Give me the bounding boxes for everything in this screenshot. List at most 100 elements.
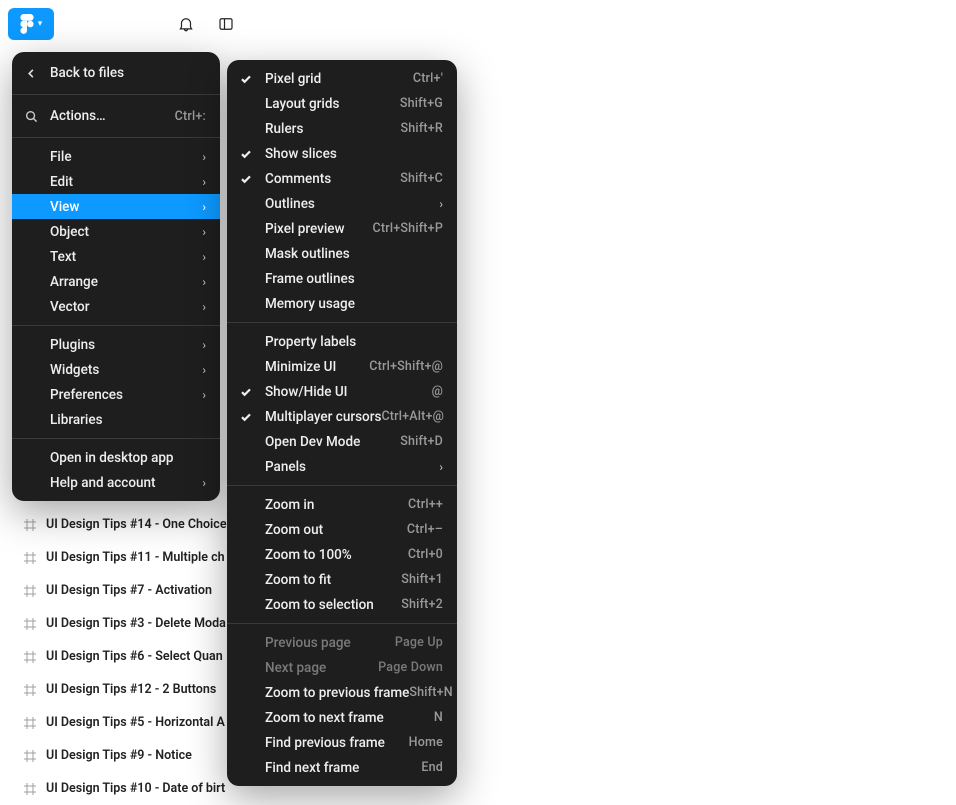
shortcut-label: Ctrl++ [408, 497, 443, 512]
layer-row[interactable]: UI Design Tips #10 - Date of birt [24, 772, 250, 805]
menu-item-zoom-100[interactable]: Zoom to 100%Ctrl+0 [227, 542, 457, 567]
menu-item-edit[interactable]: Edit› [12, 169, 220, 194]
main-menu: Back to files Actions… Ctrl+: File› Edit… [12, 52, 220, 501]
panel-icon [217, 15, 235, 33]
menu-item-zoom-previous-frame[interactable]: Zoom to previous frameShift+N [227, 680, 457, 705]
chevron-right-icon: › [202, 388, 206, 402]
menu-item-pixel-preview[interactable]: Pixel previewCtrl+Shift+P [227, 216, 457, 241]
menu-label: Show/Hide UI [265, 384, 432, 400]
shortcut-label: Shift+R [401, 121, 443, 136]
menu-item-arrange[interactable]: Arrange› [12, 269, 220, 294]
menu-item-comments[interactable]: CommentsShift+C [227, 166, 457, 191]
menu-label: Edit [50, 174, 202, 190]
check-icon [239, 72, 253, 86]
shortcut-label: Shift+C [400, 171, 443, 186]
layer-row[interactable]: UI Design Tips #7 - Activation [24, 574, 250, 607]
menu-item-object[interactable]: Object› [12, 219, 220, 244]
menu-label: Rulers [265, 121, 401, 137]
check-icon [239, 385, 253, 399]
menu-item-property-labels[interactable]: Property labels [227, 329, 457, 354]
layer-row[interactable]: UI Design Tips #9 - Notice [24, 739, 250, 772]
menu-item-minimize-ui[interactable]: Minimize UICtrl+Shift+@ [227, 354, 457, 379]
menu-item-memory-usage[interactable]: Memory usage [227, 291, 457, 316]
menu-item-layout-grids[interactable]: Layout gridsShift+G [227, 91, 457, 116]
menu-label: Pixel preview [265, 221, 373, 237]
menu-item-zoom-next-frame[interactable]: Zoom to next frameN [227, 705, 457, 730]
chevron-right-icon: › [202, 363, 206, 377]
check-icon [239, 172, 253, 186]
menu-item-view[interactable]: View› [12, 194, 220, 219]
menu-item-preferences[interactable]: Preferences› [12, 382, 220, 407]
layer-label: UI Design Tips #12 - 2 Buttons [46, 682, 216, 697]
layer-row[interactable]: UI Design Tips #5 - Horizontal A [24, 706, 250, 739]
menu-item-show-hide-ui[interactable]: Show/Hide UI@ [227, 379, 457, 404]
menu-item-pixel-grid[interactable]: Pixel gridCtrl+' [227, 66, 457, 91]
menu-label: Plugins [50, 337, 202, 353]
layer-row[interactable]: UI Design Tips #14 - One Choice [24, 508, 250, 541]
chevron-right-icon: › [439, 197, 443, 211]
layer-label: UI Design Tips #10 - Date of birt [46, 781, 225, 796]
menu-item-open-dev-mode[interactable]: Open Dev ModeShift+D [227, 429, 457, 454]
menu-label: Zoom in [265, 497, 408, 513]
chevron-right-icon: › [202, 200, 206, 214]
menu-item-plugins[interactable]: Plugins› [12, 332, 220, 357]
menu-label: Mask outlines [265, 246, 443, 262]
panel-toggle-button[interactable] [210, 8, 242, 40]
frame-icon [24, 717, 36, 729]
menu-item-actions[interactable]: Actions… Ctrl+: [12, 101, 220, 131]
menu-item-file[interactable]: File› [12, 144, 220, 169]
menu-item-mask-outlines[interactable]: Mask outlines [227, 241, 457, 266]
main-menu-button[interactable]: ▾ [8, 8, 54, 40]
menu-item-show-slices[interactable]: Show slices [227, 141, 457, 166]
chevron-right-icon: › [202, 476, 206, 490]
layer-label: UI Design Tips #14 - One Choice [46, 517, 227, 532]
frame-icon [24, 783, 36, 795]
menu-label: Preferences [50, 387, 202, 403]
menu-label: Pixel grid [265, 71, 413, 87]
menu-item-find-previous-frame[interactable]: Find previous frameHome [227, 730, 457, 755]
menu-item-frame-outlines[interactable]: Frame outlines [227, 266, 457, 291]
menu-item-back-to-files[interactable]: Back to files [12, 58, 220, 88]
layer-row[interactable]: UI Design Tips #6 - Select Quan [24, 640, 250, 673]
layer-row[interactable]: UI Design Tips #11 - Multiple ch [24, 541, 250, 574]
shortcut-label: Ctrl+Alt+@ [381, 409, 444, 424]
layer-row[interactable]: UI Design Tips #12 - 2 Buttons [24, 673, 250, 706]
layer-label: UI Design Tips #6 - Select Quan [46, 649, 223, 664]
menu-item-help[interactable]: Help and account› [12, 470, 220, 495]
menu-item-open-desktop[interactable]: Open in desktop app [12, 445, 220, 470]
menu-label: Back to files [50, 65, 206, 81]
menu-item-zoom-selection[interactable]: Zoom to selectionShift+2 [227, 592, 457, 617]
menu-item-zoom-in[interactable]: Zoom inCtrl++ [227, 492, 457, 517]
menu-item-zoom-out[interactable]: Zoom outCtrl+– [227, 517, 457, 542]
menu-item-libraries[interactable]: Libraries [12, 407, 220, 432]
menu-item-multiplayer-cursors[interactable]: Multiplayer cursorsCtrl+Alt+@ [227, 404, 457, 429]
menu-item-vector[interactable]: Vector› [12, 294, 220, 319]
menu-label: Libraries [50, 412, 206, 428]
menu-item-panels[interactable]: Panels› [227, 454, 457, 479]
check-icon [239, 147, 253, 161]
shortcut-label: N [434, 710, 443, 725]
menu-label: Text [50, 249, 202, 265]
layer-row[interactable]: UI Design Tips #3 - Delete Moda [24, 607, 250, 640]
shortcut-label: Shift+1 [401, 572, 443, 587]
menu-item-find-next-frame[interactable]: Find next frameEnd [227, 755, 457, 780]
menu-label: Layout grids [265, 96, 400, 112]
menu-item-widgets[interactable]: Widgets› [12, 357, 220, 382]
shortcut-label: Ctrl+' [413, 71, 443, 86]
menu-label: Find next frame [265, 760, 421, 776]
menu-item-text[interactable]: Text› [12, 244, 220, 269]
shortcut-label: Ctrl+0 [408, 547, 443, 562]
menu-label: Zoom to fit [265, 572, 401, 588]
menu-label: Minimize UI [265, 359, 369, 375]
notifications-button[interactable] [170, 8, 202, 40]
menu-item-rulers[interactable]: RulersShift+R [227, 116, 457, 141]
shortcut-label: End [421, 760, 443, 775]
menu-item-outlines[interactable]: Outlines› [227, 191, 457, 216]
menu-label: File [50, 149, 202, 165]
layer-label: UI Design Tips #3 - Delete Moda [46, 616, 226, 631]
chevron-left-icon [24, 66, 38, 80]
menu-label: Help and account [50, 475, 202, 491]
shortcut-label: Shift+N [409, 685, 452, 700]
menu-label: Open Dev Mode [265, 434, 400, 450]
menu-item-zoom-fit[interactable]: Zoom to fitShift+1 [227, 567, 457, 592]
